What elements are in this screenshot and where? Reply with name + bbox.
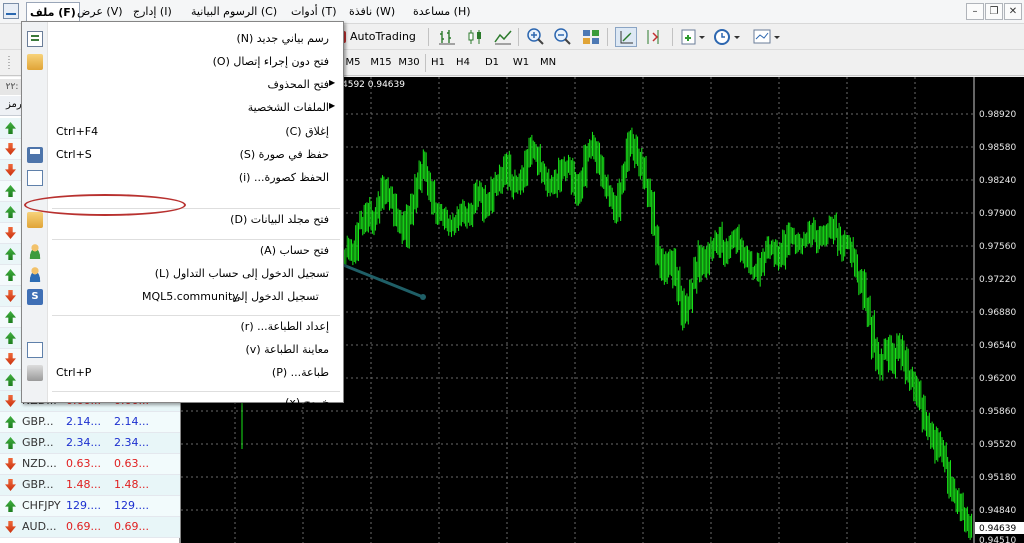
open-account-icon: [27, 243, 43, 259]
menu-shortcut: Ctrl+F4: [56, 125, 99, 138]
file-menu-item[interactable]: فتح دون إجراء إتصال (O): [22, 51, 343, 73]
submenu-arrow-icon: ▶: [329, 101, 336, 110]
menu-item-label: خروج (x): [285, 396, 329, 409]
print-preview-icon: [27, 342, 43, 358]
menu-item-label: تسجيل الدخول إلى حساب التداول (L): [154, 267, 329, 280]
menu-item-label: طباعة... (P): [271, 366, 329, 379]
file-menu-item[interactable]: الملفات الشخصية ▶: [22, 97, 343, 119]
menu-item-label: إغلاق (C): [285, 125, 329, 138]
save-as-picture-icon: [27, 170, 43, 186]
menu-shortcut: Ctrl+S: [56, 148, 92, 161]
mql5-login-icon: S: [27, 289, 43, 305]
print-icon: [27, 365, 43, 381]
file-menu-item[interactable]: فتح المحذوف ▶: [22, 74, 343, 96]
menu-item-label: معاينة الطباعة (v): [245, 343, 330, 356]
file-menu-item[interactable]: الحفظ كصورة... (i): [22, 167, 343, 189]
file-menu-item[interactable]: S تسجيل الدخول إلى MQL5.community: [22, 286, 343, 308]
file-menu-item[interactable]: فتح حساب (A): [22, 240, 343, 262]
menu-item-label: حفظ في صورة (S): [239, 148, 329, 161]
file-menu-item[interactable]: حفظ في صورة (S) Ctrl+S: [22, 144, 343, 166]
menu-item-label: فتح حساب (A): [259, 244, 329, 257]
new-chart-icon: [27, 31, 43, 47]
open-folder-icon: [27, 54, 43, 70]
highlight-ellipse: [24, 194, 186, 216]
file-menu-item[interactable]: خروج (x): [22, 392, 343, 414]
login-trade-icon: [27, 266, 43, 282]
menu-item-label: رسم بياني جديد (N): [236, 32, 329, 45]
menu-item-label: الملفات الشخصية: [247, 101, 329, 114]
file-menu-item[interactable]: رسم بياني جديد (N): [22, 28, 343, 50]
menu-item-label: فتح مجلد البيانات (D): [230, 213, 329, 226]
menu-item-label: الحفظ كصورة... (i): [238, 171, 329, 184]
menu-shortcut: Ctrl+P: [56, 366, 92, 379]
menu-item-label: فتح دون إجراء إتصال (O): [212, 55, 329, 68]
file-menu-item[interactable]: طباعة... (P) Ctrl+P: [22, 362, 343, 384]
save-icon: [27, 147, 43, 163]
menu-item-label: تسجيل الدخول إلى: [232, 290, 319, 303]
submenu-arrow-icon: ▶: [329, 78, 336, 87]
menu-item-label-community: MQL5.community: [142, 290, 239, 303]
file-menu-item[interactable]: تسجيل الدخول إلى حساب التداول (L): [22, 263, 343, 285]
file-menu-item[interactable]: إعداد الطباعة... (r): [22, 316, 343, 338]
menu-item-label: فتح المحذوف: [267, 78, 329, 91]
data-folder-icon: [27, 212, 43, 228]
file-menu-item[interactable]: معاينة الطباعة (v): [22, 339, 343, 361]
menu-item-label: إعداد الطباعة... (r): [240, 320, 329, 333]
file-menu-item[interactable]: إغلاق (C) Ctrl+F4: [22, 121, 343, 143]
